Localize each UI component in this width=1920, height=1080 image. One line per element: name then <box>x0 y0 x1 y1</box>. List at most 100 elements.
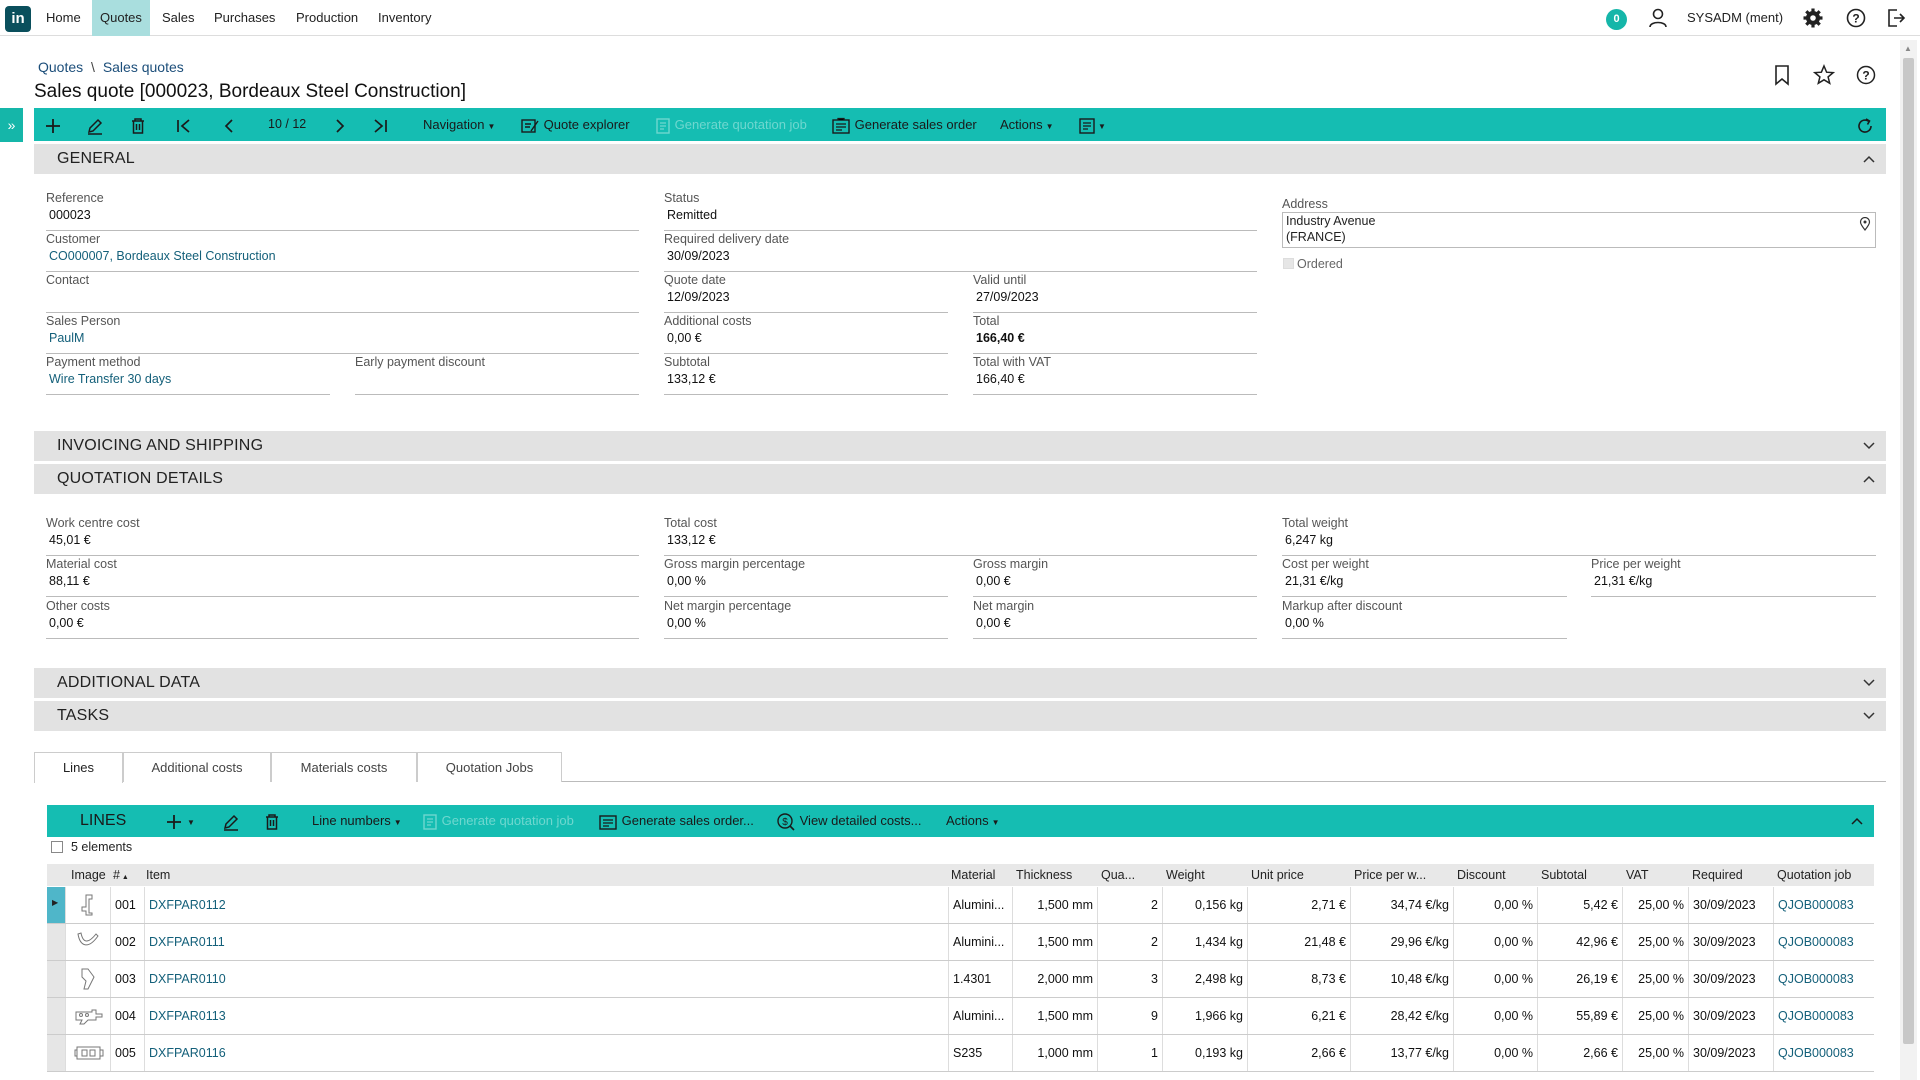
sales-person-link[interactable]: PaulM <box>49 331 84 345</box>
item-link[interactable]: DXFPAR0112 <box>144 887 948 923</box>
col-material[interactable]: Material <box>951 864 995 886</box>
col-price-per-weight[interactable]: Price per w... <box>1354 864 1426 886</box>
nav-quotes[interactable]: Quotes <box>92 0 150 36</box>
col-image[interactable]: Image <box>71 864 106 886</box>
scroll-up-icon[interactable]: ▲ <box>1904 44 1912 53</box>
scrollbar-thumb[interactable] <box>1903 58 1914 1044</box>
refresh-icon[interactable] <box>1856 108 1874 141</box>
bookmark-icon[interactable] <box>1771 64 1793 86</box>
first-record-icon[interactable] <box>175 108 193 141</box>
help-icon[interactable]: ? <box>1845 7 1867 29</box>
quotation-job-link[interactable]: QJOB000083 <box>1773 998 1874 1034</box>
quote-explorer-button[interactable]: Quote explorer <box>520 108 630 141</box>
add-line-icon[interactable]: ▼ <box>165 805 195 837</box>
tab-lines[interactable]: Lines <box>34 752 123 783</box>
nav-home[interactable]: Home <box>38 0 89 36</box>
section-quotation-details[interactable]: QUOTATION DETAILS <box>34 464 1886 494</box>
page-scrollbar[interactable]: ▲ <box>1900 40 1917 1080</box>
quotation-job-link[interactable]: QJOB000083 <box>1773 1035 1874 1071</box>
chevron-up-icon[interactable] <box>1850 814 1864 828</box>
nav-purchases[interactable]: Purchases <box>206 0 283 36</box>
app-logo[interactable]: in <box>5 6 31 32</box>
reference-field[interactable]: Reference 000023 <box>46 191 639 231</box>
col-unit-price[interactable]: Unit price <box>1251 864 1304 886</box>
navigation-menu[interactable]: Navigation ▼ <box>423 108 495 141</box>
row-selector[interactable] <box>47 961 65 997</box>
row-selector[interactable] <box>47 998 65 1034</box>
map-pin-icon[interactable] <box>1859 217 1871 231</box>
chevron-up-icon[interactable] <box>1862 472 1876 486</box>
user-name[interactable]: SYSADM (ment) <box>1687 0 1783 36</box>
star-icon[interactable] <box>1813 64 1835 86</box>
nav-sales[interactable]: Sales <box>154 0 203 36</box>
item-link[interactable]: DXFPAR0110 <box>144 961 948 997</box>
item-link[interactable]: DXFPAR0116 <box>144 1035 948 1071</box>
breadcrumb-quotes[interactable]: Quotes <box>38 59 83 75</box>
actions-menu[interactable]: Actions ▼ <box>1000 108 1054 141</box>
report-menu-icon[interactable]: ▼ <box>1078 108 1106 141</box>
quote-date-field[interactable]: Quote date 12/09/2023 <box>664 273 948 313</box>
col-vat[interactable]: VAT <box>1626 864 1648 886</box>
sales-person-field[interactable]: Sales Person PaulM <box>46 314 639 354</box>
tab-additional-costs[interactable]: Additional costs <box>123 752 271 782</box>
required-delivery-date-field[interactable]: Required delivery date 30/09/2023 <box>664 232 1257 272</box>
nav-inventory[interactable]: Inventory <box>370 0 439 36</box>
quotation-job-link[interactable]: QJOB000083 <box>1773 887 1874 923</box>
user-icon[interactable] <box>1647 7 1669 29</box>
col-required[interactable]: Required <box>1692 864 1743 886</box>
row-selector[interactable]: ▶ <box>47 887 65 923</box>
chevron-down-icon[interactable] <box>1862 676 1876 690</box>
col-number[interactable]: # ▲ <box>113 864 129 889</box>
section-general[interactable]: GENERAL <box>34 144 1886 174</box>
nav-production[interactable]: Production <box>288 0 366 36</box>
add-icon[interactable] <box>44 108 62 141</box>
chevron-down-icon[interactable] <box>1862 709 1876 723</box>
notification-badge[interactable]: 0 <box>1606 9 1627 30</box>
section-invoicing-shipping[interactable]: INVOICING AND SHIPPING <box>34 431 1886 461</box>
page-help-icon[interactable]: ? <box>1855 64 1877 86</box>
logout-icon[interactable] <box>1885 7 1907 29</box>
table-row[interactable]: 002 DXFPAR0111 Alumini... 1,500 mm 2 1,4… <box>47 924 1874 961</box>
last-record-icon[interactable] <box>371 108 389 141</box>
col-quantity[interactable]: Qua... <box>1101 864 1135 886</box>
col-weight[interactable]: Weight <box>1166 864 1205 886</box>
gear-icon[interactable] <box>1802 7 1824 29</box>
next-record-icon[interactable] <box>331 108 349 141</box>
early-payment-discount-field[interactable]: Early payment discount <box>355 355 639 395</box>
table-row[interactable]: 004 DXFPAR0113 Alumini... 1,500 mm 9 1,9… <box>47 998 1874 1035</box>
col-discount[interactable]: Discount <box>1457 864 1506 886</box>
payment-method-link[interactable]: Wire Transfer 30 days <box>49 372 171 386</box>
contact-field[interactable]: Contact <box>46 273 639 313</box>
quotation-job-link[interactable]: QJOB000083 <box>1773 961 1874 997</box>
item-link[interactable]: DXFPAR0111 <box>144 924 948 960</box>
delete-line-icon[interactable] <box>264 805 280 837</box>
col-subtotal[interactable]: Subtotal <box>1541 864 1587 886</box>
payment-method-field[interactable]: Payment method Wire Transfer 30 days <box>46 355 330 395</box>
delete-icon[interactable] <box>130 108 146 141</box>
edit-line-icon[interactable] <box>222 805 240 837</box>
valid-until-field[interactable]: Valid until 27/09/2023 <box>973 273 1257 313</box>
row-selector[interactable] <box>47 924 65 960</box>
breadcrumb-sales-quotes[interactable]: Sales quotes <box>103 59 184 75</box>
table-row[interactable]: 003 DXFPAR0110 1.4301 2,000 mm 3 2,498 k… <box>47 961 1874 998</box>
customer-field[interactable]: Customer CO000007, Bordeaux Steel Constr… <box>46 232 639 272</box>
address-field[interactable]: Industry Avenue (FRANCE) <box>1282 212 1876 248</box>
expand-panel-icon[interactable]: » <box>0 108 23 142</box>
lines-actions-menu[interactable]: Actions ▼ <box>946 805 1000 837</box>
chevron-down-icon[interactable] <box>1862 439 1876 453</box>
edit-icon[interactable] <box>86 108 104 141</box>
select-all-checkbox[interactable] <box>51 841 63 853</box>
tab-materials-costs[interactable]: Materials costs <box>271 752 417 782</box>
customer-link[interactable]: CO000007, Bordeaux Steel Construction <box>49 249 276 263</box>
col-quotation-job[interactable]: Quotation job <box>1777 864 1851 886</box>
lines-generate-sales-order-button[interactable]: Generate sales order... <box>598 805 754 837</box>
generate-sales-order-button[interactable]: Generate sales order <box>831 108 977 141</box>
section-tasks[interactable]: TASKS <box>34 701 1886 731</box>
chevron-up-icon[interactable] <box>1862 152 1876 166</box>
table-row[interactable]: 005 DXFPAR0116 S235 1,000 mm 1 0,193 kg … <box>47 1035 1874 1072</box>
quotation-job-link[interactable]: QJOB000083 <box>1773 924 1874 960</box>
col-thickness[interactable]: Thickness <box>1016 864 1072 886</box>
view-detailed-costs-button[interactable]: $ View detailed costs... <box>776 805 922 837</box>
line-numbers-menu[interactable]: Line numbers ▼ <box>312 805 402 837</box>
section-additional-data[interactable]: ADDITIONAL DATA <box>34 668 1886 698</box>
